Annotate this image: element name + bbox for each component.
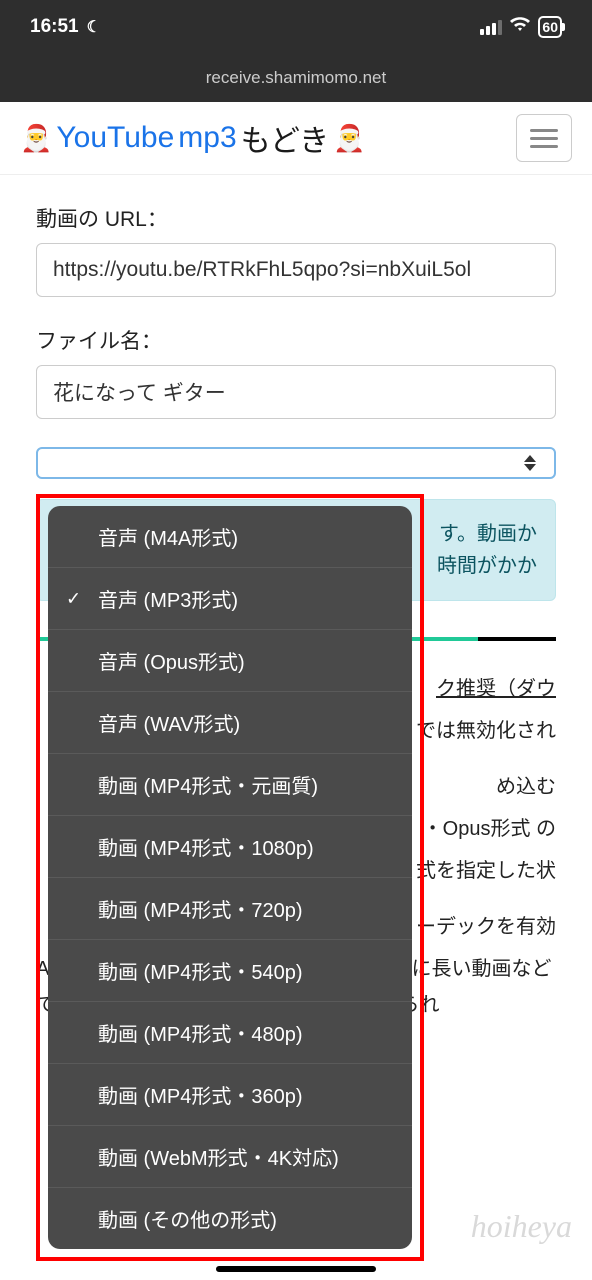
logo-area[interactable]: 🎅 YouTube mp3 もどき 🎅 bbox=[20, 116, 366, 160]
dropdown-item-other[interactable]: 動画 (その他の形式) bbox=[48, 1188, 412, 1249]
url-input[interactable] bbox=[36, 243, 556, 297]
watermark: hoiheya bbox=[471, 1208, 572, 1245]
status-time-area: 16:51 ☾ bbox=[30, 16, 101, 38]
dropdown-highlight-box: 音声 (M4A形式) 音声 (MP3形式) 音声 (Opus形式) 音声 (WA… bbox=[36, 494, 424, 1261]
status-time: 16:51 bbox=[30, 16, 79, 38]
moon-icon: ☾ bbox=[87, 17, 101, 37]
status-indicators: 60 bbox=[480, 16, 562, 38]
santa-hat-icon: 🎅 bbox=[20, 123, 52, 154]
santa-emoji-icon: 🎅 bbox=[333, 123, 365, 154]
dropdown-item-wav[interactable]: 音声 (WAV形式) bbox=[48, 692, 412, 754]
dropdown-item-mp4-360[interactable]: 動画 (MP4形式・360p) bbox=[48, 1064, 412, 1126]
page-header: 🎅 YouTube mp3 もどき 🎅 bbox=[0, 102, 592, 175]
dropdown-item-mp4-720[interactable]: 動画 (MP4形式・720p) bbox=[48, 878, 412, 940]
hamburger-menu-button[interactable] bbox=[516, 114, 572, 162]
wifi-icon bbox=[510, 17, 530, 38]
battery-level: 60 bbox=[542, 19, 558, 35]
format-dropdown-menu: 音声 (M4A形式) 音声 (MP3形式) 音声 (Opus形式) 音声 (WA… bbox=[48, 506, 412, 1249]
filename-input[interactable] bbox=[36, 365, 556, 419]
url-label: 動画の URL： bbox=[36, 203, 556, 233]
format-select[interactable] bbox=[36, 447, 556, 479]
signal-icon bbox=[480, 20, 502, 35]
logo-youtube: YouTube bbox=[56, 121, 174, 155]
logo-suffix: もどき bbox=[241, 116, 330, 160]
home-indicator[interactable] bbox=[216, 1266, 376, 1272]
dropdown-item-mp4-540[interactable]: 動画 (MP4形式・540p) bbox=[48, 940, 412, 1002]
dropdown-item-opus[interactable]: 音声 (Opus形式) bbox=[48, 630, 412, 692]
browser-url-bar[interactable]: receive.shamimomo.net bbox=[0, 54, 592, 102]
option-link-1: ク推奨（ダウ bbox=[436, 678, 556, 700]
select-arrows-icon bbox=[524, 455, 536, 471]
dropdown-item-mp4-orig[interactable]: 動画 (MP4形式・元画質) bbox=[48, 754, 412, 816]
dropdown-item-webm[interactable]: 動画 (WebM形式・4K対応) bbox=[48, 1126, 412, 1188]
dropdown-item-m4a[interactable]: 音声 (M4A形式) bbox=[48, 506, 412, 568]
logo-mp3: mp3 bbox=[178, 121, 236, 155]
filename-label: ファイル名： bbox=[36, 325, 556, 355]
dropdown-item-mp3[interactable]: 音声 (MP3形式) bbox=[48, 568, 412, 630]
battery-indicator: 60 bbox=[538, 16, 562, 38]
browser-domain: receive.shamimomo.net bbox=[206, 68, 386, 88]
dropdown-item-mp4-480[interactable]: 動画 (MP4形式・480p) bbox=[48, 1002, 412, 1064]
dropdown-item-mp4-1080[interactable]: 動画 (MP4形式・1080p) bbox=[48, 816, 412, 878]
status-bar: 16:51 ☾ 60 bbox=[0, 0, 592, 54]
